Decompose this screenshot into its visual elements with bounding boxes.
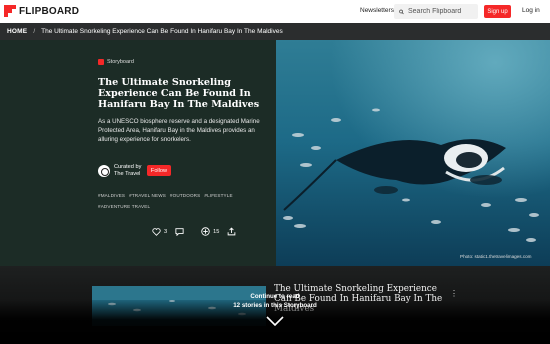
page-title: The Ultimate Snorkeling Experience Can B…: [98, 77, 260, 110]
heart-icon: [152, 227, 161, 236]
search-box[interactable]: [394, 4, 478, 19]
tag-maldives[interactable]: #MALDIVES: [98, 193, 125, 198]
like-count: 3: [164, 228, 168, 235]
comment-button[interactable]: [175, 227, 187, 236]
newsletters-link[interactable]: Newsletters: [360, 7, 394, 14]
hero-image-manta-ray: [276, 40, 550, 266]
add-flip-icon: [201, 227, 210, 236]
flipboard-logo-icon: [4, 5, 16, 17]
storyboard-icon: [98, 59, 104, 65]
breadcrumb-separator: /: [33, 28, 36, 35]
flip-count: 15: [213, 228, 220, 235]
follow-button[interactable]: Follow: [147, 165, 171, 176]
search-icon: [399, 9, 404, 14]
share-button[interactable]: [227, 227, 239, 236]
storyboard-badge-label: Storyboard: [107, 59, 134, 65]
photo-credit: Photo: static1.thetravelimages.com: [460, 254, 532, 259]
logo-text: FLIPBOARD: [19, 5, 80, 17]
share-icon: [228, 227, 236, 236]
curator-info[interactable]: Curated by The Travel: [98, 164, 141, 178]
curator-avatar[interactable]: [98, 165, 110, 177]
continue-to-read-label: Continue to read: [250, 293, 300, 300]
sign-up-button[interactable]: Sign up: [484, 5, 511, 18]
breadcrumb-home-link[interactable]: HOME: [7, 28, 27, 35]
continue-reading-prompt[interactable]: Continue to read 12 stories in this Stor…: [0, 292, 550, 310]
breadcrumb-current: The Ultimate Snorkeling Experience Can B…: [41, 28, 283, 35]
top-navigation-bar: FLIPBOARD Newsletters Sign up Log in: [0, 0, 550, 23]
tag-lifestyle[interactable]: #LIFESTYLE: [204, 193, 232, 198]
like-button[interactable]: 3: [152, 227, 168, 236]
breadcrumb: HOME / The Ultimate Snorkeling Experienc…: [0, 23, 550, 40]
chevron-down-icon[interactable]: [266, 316, 284, 326]
tag-travel-news[interactable]: #TRAVEL NEWS: [129, 193, 166, 198]
tag-outdoors[interactable]: #OUTDOORS: [170, 193, 200, 198]
stories-count-label: 12 stories in this Storyboard: [233, 302, 317, 309]
flipboard-logo[interactable]: FLIPBOARD: [4, 5, 79, 17]
curated-by-label: Curated by: [114, 164, 142, 170]
comment-icon: [175, 227, 184, 236]
storyboard-badge: Storyboard: [98, 59, 134, 65]
log-in-link[interactable]: Log in: [522, 7, 540, 14]
tag-adventure-travel[interactable]: #ADVENTURE TRAVEL: [98, 204, 150, 209]
storyboard-description: As a UNESCO biosphere reserve and a desi…: [98, 118, 260, 143]
curator-name[interactable]: The Travel: [114, 171, 141, 178]
search-input[interactable]: [408, 8, 478, 15]
underwater-photo: [276, 40, 550, 266]
flip-button[interactable]: 15: [201, 227, 219, 236]
topic-tags: #MALDIVES #TRAVEL NEWS #OUTDOORS #LIFESTYLE…: [98, 193, 268, 215]
social-actions: 3 15: [152, 227, 247, 236]
